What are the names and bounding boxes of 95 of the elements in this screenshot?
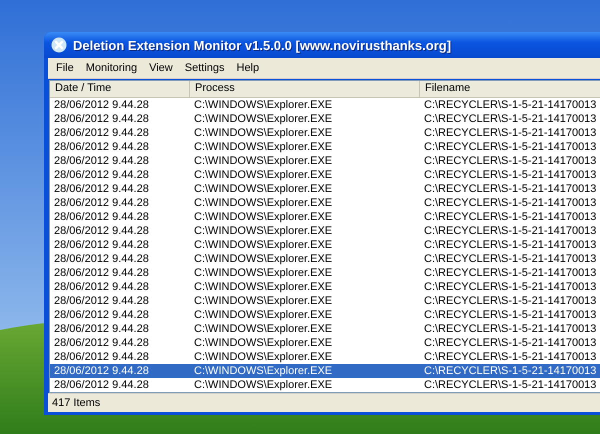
table-cell-text: C:\WINDOWS\Explorer.EXE [193,196,334,210]
table-row[interactable]: 28/06/2012 9.44.28 C:\WINDOWS\Explorer.EXE C:\RECYCLER\S-1-5-21-14170013 [50,112,600,126]
table-cell-text: C:\RECYCLER\S-1-5-21-14170013 [423,126,598,140]
table-row[interactable]: 28/06/2012 9.44.28 C:\WINDOWS\Explorer.EXE C:\RECYCLER\S-1-5-21-14170013 [50,294,600,308]
table-row[interactable]: 28/06/2012 9.44.28 C:\WINDOWS\Explorer.EXE C:\RECYCLER\S-1-5-21-14170013 [50,210,600,224]
table-cell-text: 28/06/2012 9.44.28 [53,266,150,280]
column-header[interactable]: Date / Time [50,81,190,97]
table-cell-text: C:\RECYCLER\S-1-5-21-14170013 [423,140,598,154]
table-cell-text: 28/06/2012 9.44.28 [53,112,150,126]
window-title: Deletion Extension Monitor v1.5.0.0 [www.novirusthanks.org] [73,38,452,52]
table-cell-text: C:\RECYCLER\S-1-5-21-14170013 [423,98,598,112]
menu-item[interactable]: Help [230,62,266,74]
table-cell-text: 28/06/2012 9.44.28 [53,224,150,238]
table-row[interactable]: 28/06/2012 9.44.28 C:\WINDOWS\Explorer.EXE C:\RECYCLER\S-1-5-21-14170013 [50,224,600,238]
table-cell-text: 28/06/2012 9.44.28 [53,168,150,182]
table-row[interactable]: 28/06/2012 9.44.28 C:\WINDOWS\Explorer.EXE C:\RECYCLER\S-1-5-21-14170013 [50,280,600,294]
table-cell-text: C:\WINDOWS\Explorer.EXE [193,140,334,154]
table-cell-text: C:\RECYCLER\S-1-5-21-14170013 [423,238,598,252]
table-cell-text: 28/06/2012 9.44.28 [53,280,150,294]
table-row[interactable]: 28/06/2012 9.44.28 C:\WINDOWS\Explorer.EXE C:\RECYCLER\S-1-5-21-14170013 [50,252,600,266]
table-cell-text: C:\RECYCLER\S-1-5-21-14170013 [423,308,598,322]
table-cell-text: C:\WINDOWS\Explorer.EXE [193,224,334,238]
column-header[interactable]: Filename [420,81,600,97]
table-cell-text: C:\RECYCLER\S-1-5-21-14170013 [423,350,598,364]
menu-item[interactable]: View [143,62,179,74]
table-row[interactable]: 28/06/2012 9.44.28 C:\WINDOWS\Explorer.EXE C:\RECYCLER\S-1-5-21-14170013 [50,336,600,350]
menu-item[interactable]: File [50,62,80,74]
table-cell-text: C:\RECYCLER\S-1-5-21-14170013 [423,210,598,224]
table-cell-text: 28/06/2012 9.44.28 [53,126,150,140]
table-cell-text: C:\RECYCLER\S-1-5-21-14170013 [423,294,598,308]
table-cell-text: 28/06/2012 9.44.28 [53,364,150,378]
table-cell-text: 28/06/2012 9.44.28 [53,308,150,322]
table-row[interactable]: 28/06/2012 9.44.28 C:\WINDOWS\Explorer.EXE C:\RECYCLER\S-1-5-21-14170013 [50,182,600,196]
status-text: 417 Items [52,397,100,409]
table-cell-text: 28/06/2012 9.44.28 [53,98,150,112]
table-cell-text: C:\RECYCLER\S-1-5-21-14170013 [423,252,598,266]
table-cell-text: C:\WINDOWS\Explorer.EXE [193,210,334,224]
table-cell-text: C:\RECYCLER\S-1-5-21-14170013 [423,182,598,196]
table-cell-text: C:\WINDOWS\Explorer.EXE [193,294,334,308]
table-cell-text: 28/06/2012 9.44.28 [53,378,150,392]
table-cell-text: C:\RECYCLER\S-1-5-21-14170013 [423,112,598,126]
table-row[interactable]: 28/06/2012 9.44.28 C:\WINDOWS\Explorer.EXE C:\RECYCLER\S-1-5-21-14170013 [50,98,600,112]
table-cell-text: C:\WINDOWS\Explorer.EXE [193,182,334,196]
table-cell-text: 28/06/2012 9.44.28 [53,182,150,196]
table-row[interactable]: 28/06/2012 9.44.28 C:\WINDOWS\Explorer.EXE C:\RECYCLER\S-1-5-21-14170013 [50,308,600,322]
table-cell-text: C:\RECYCLER\S-1-5-21-14170013 [423,322,598,336]
table-cell-text: C:\WINDOWS\Explorer.EXE [193,154,334,168]
table-cell-text: C:\WINDOWS\Explorer.EXE [193,252,334,266]
table-cell-text: C:\WINDOWS\Explorer.EXE [193,364,334,378]
table-cell-text: C:\WINDOWS\Explorer.EXE [193,378,334,392]
table-cell-text: C:\WINDOWS\Explorer.EXE [193,308,334,322]
table-cell-text: C:\WINDOWS\Explorer.EXE [193,126,334,140]
table-cell-text: C:\WINDOWS\Explorer.EXE [193,266,334,280]
table-cell-text: C:\RECYCLER\S-1-5-21-14170013 [423,224,598,238]
table-cell-text: 28/06/2012 9.44.28 [53,294,150,308]
table-cell-text: 28/06/2012 9.44.28 [53,252,150,266]
table-cell-text: C:\RECYCLER\S-1-5-21-14170013 [423,196,598,210]
table-row[interactable]: 28/06/2012 9.44.28 C:\WINDOWS\Explorer.EXE C:\RECYCLER\S-1-5-21-14170013 [50,364,600,378]
table-cell-text: C:\RECYCLER\S-1-5-21-14170013 [423,266,598,280]
table-cell-text: C:\RECYCLER\S-1-5-21-14170013 [423,364,598,378]
table-row[interactable]: 28/06/2012 9.44.28 C:\WINDOWS\Explorer.EXE C:\RECYCLER\S-1-5-21-14170013 [50,154,600,168]
table-cell-text: 28/06/2012 9.44.28 [53,140,150,154]
table-cell-text: C:\WINDOWS\Explorer.EXE [193,112,334,126]
table-cell-text: C:\RECYCLER\S-1-5-21-14170013 [423,168,598,182]
table-row[interactable]: 28/06/2012 9.44.28 C:\WINDOWS\Explorer.EXE C:\RECYCLER\S-1-5-21-14170013 [50,238,600,252]
table-cell-text: C:\RECYCLER\S-1-5-21-14170013 [423,154,598,168]
table-cell-text: C:\RECYCLER\S-1-5-21-14170013 [423,378,598,392]
x-circle-icon [51,37,67,53]
menu-item[interactable]: Monitoring [80,62,144,74]
table-cell-text: 28/06/2012 9.44.28 [53,154,150,168]
table-cell-text: C:\WINDOWS\Explorer.EXE [193,168,334,182]
table-cell-text: C:\RECYCLER\S-1-5-21-14170013 [423,336,598,350]
table-cell-text: C:\WINDOWS\Explorer.EXE [193,322,334,336]
table-row[interactable]: 28/06/2012 9.44.28 C:\WINDOWS\Explorer.EXE C:\RECYCLER\S-1-5-21-14170013 [50,168,600,182]
menu-item[interactable]: Settings [178,62,230,74]
table-row[interactable]: 28/06/2012 9.44.28 C:\WINDOWS\Explorer.EXE C:\RECYCLER\S-1-5-21-14170013 [50,266,600,280]
table-cell-text: C:\WINDOWS\Explorer.EXE [193,98,334,112]
table-row[interactable]: 28/06/2012 9.44.28 C:\WINDOWS\Explorer.EXE C:\RECYCLER\S-1-5-21-14170013 [50,322,600,336]
table-cell-text: 28/06/2012 9.44.28 [53,238,150,252]
table-cell-text: C:\WINDOWS\Explorer.EXE [193,238,334,252]
table-cell-text: 28/06/2012 9.44.28 [53,196,150,210]
table-cell-text: 28/06/2012 9.44.28 [53,322,150,336]
table-cell-text: C:\WINDOWS\Explorer.EXE [193,336,334,350]
column-header[interactable]: Process [190,81,420,97]
table-row[interactable]: 28/06/2012 9.44.28 C:\WINDOWS\Explorer.EXE C:\RECYCLER\S-1-5-21-14170013 [50,140,600,154]
table-row[interactable]: 28/06/2012 9.44.28 C:\WINDOWS\Explorer.EXE C:\RECYCLER\S-1-5-21-14170013 [50,196,600,210]
table-cell-text: C:\WINDOWS\Explorer.EXE [193,350,334,364]
table-cell-text: C:\RECYCLER\S-1-5-21-14170013 [423,280,598,294]
table-cell-text: C:\WINDOWS\Explorer.EXE [193,280,334,294]
table-row[interactable]: 28/06/2012 9.44.28 C:\WINDOWS\Explorer.EXE C:\RECYCLER\S-1-5-21-14170013 [50,126,600,140]
table-cell-text: 28/06/2012 9.44.28 [53,336,150,350]
table-row[interactable]: 28/06/2012 9.44.28 C:\WINDOWS\Explorer.EXE C:\RECYCLER\S-1-5-21-14170013 [50,350,600,364]
table-cell-text: 28/06/2012 9.44.28 [53,210,150,224]
table-row[interactable]: 28/06/2012 9.44.28 C:\WINDOWS\Explorer.EXE C:\RECYCLER\S-1-5-21-14170013 [50,378,600,392]
table-cell-text: 28/06/2012 9.44.28 [53,350,150,364]
